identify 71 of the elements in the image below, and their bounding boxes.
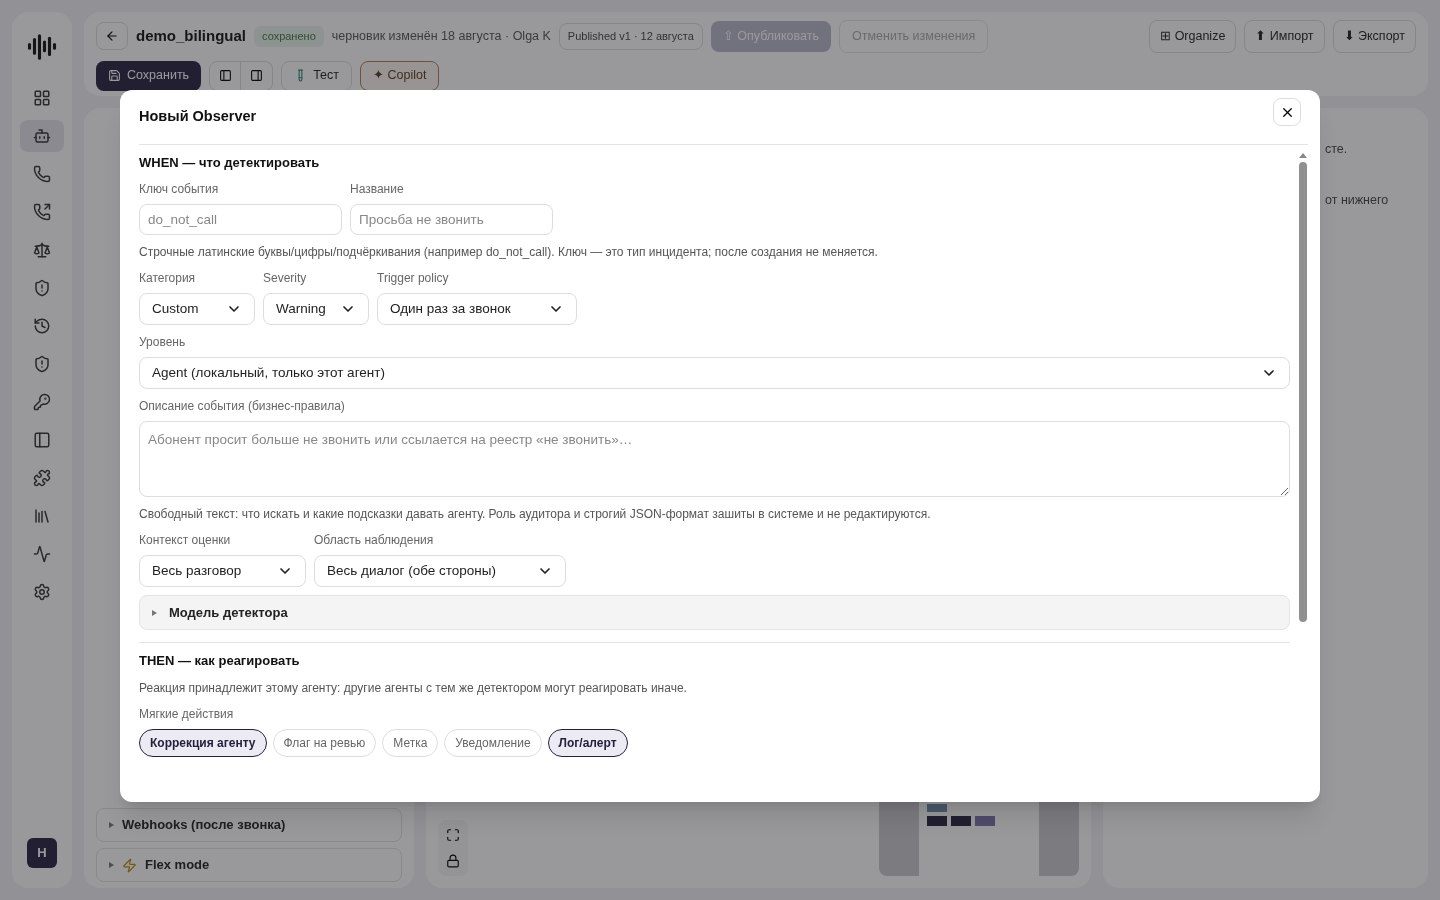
logo-icon — [27, 32, 57, 62]
row-label: Flex mode — [145, 856, 210, 875]
panel-icon — [33, 431, 51, 449]
sidebar-item[interactable] — [20, 120, 64, 152]
copilot-button[interactable]: ✦ Copilot — [360, 60, 440, 91]
books-icon — [33, 507, 51, 525]
robot-icon — [33, 127, 51, 145]
history-icon — [33, 317, 51, 335]
modal-title: Новый Observer — [139, 107, 257, 126]
hint-text: Свободный текст: что искать и какие подсказки давать агенту. Роль аудитора и строгий JSON-формат зашиты в системе и не редактируются. — [139, 506, 932, 524]
text-input[interactable]: Просьба не звонить — [350, 204, 553, 236]
select-field[interactable]: Весь разговор — [139, 555, 306, 588]
field-label: Ключ события — [139, 181, 220, 199]
key-icon — [33, 393, 51, 411]
collapsible-row[interactable]: Webhooks (после звонка) — [96, 808, 402, 842]
pulse-icon — [33, 545, 51, 563]
draft-note: черновик изменён 18 августа · Olga K — [331, 28, 551, 45]
puzzle-icon — [33, 469, 51, 487]
row-label: Webhooks (после звонка) — [122, 816, 286, 835]
panel-text: сте. — [1325, 141, 1349, 158]
toolbar-button[interactable]: ⬇ Экспорт — [1332, 20, 1416, 53]
toolbar-button[interactable]: ⊞ Organize — [1149, 20, 1237, 53]
section-heading: THEN — как реагировать — [139, 652, 301, 671]
select-field[interactable]: Один раз за звонок — [377, 293, 577, 326]
status-badge: сохранено — [254, 26, 324, 47]
collapsible-row[interactable]: Flex mode — [96, 848, 402, 882]
panel-icon — [250, 69, 264, 83]
save-button[interactable]: Сохранить — [96, 60, 202, 91]
save-icon — [108, 69, 121, 83]
select-field[interactable]: Warning — [263, 293, 369, 326]
note-text: Реакция принадлежит этому агенту: другие агенты с тем же детектором могут реагировать иначе. — [139, 679, 688, 697]
panel-icon — [218, 69, 232, 83]
field-label: Уровень — [139, 334, 187, 352]
lock-icon[interactable] — [446, 854, 460, 868]
detector-model-toggle[interactable]: Модель детектора — [139, 595, 1290, 631]
disclosure-icon — [109, 862, 114, 868]
toolbar-button[interactable]: ⬆ Импорт — [1244, 20, 1325, 53]
field-label: Trigger policy — [377, 270, 450, 288]
panel-text: от нижнего — [1325, 191, 1390, 209]
back-button[interactable] — [96, 22, 128, 51]
field-label: Контекст оценки — [139, 532, 232, 550]
close-button[interactable] — [1273, 98, 1301, 126]
field-label: Область наблюдения — [314, 532, 435, 550]
fullscreen-icon[interactable] — [446, 828, 460, 842]
select-field[interactable]: Весь диалог (обе стороны) — [314, 555, 566, 588]
shield-icon — [33, 279, 51, 297]
action-chip[interactable]: Лог/алерт — [547, 728, 628, 757]
field-label: Категория — [139, 270, 197, 288]
settings-icon — [33, 583, 51, 601]
text-input[interactable]: do_not_call — [139, 204, 342, 236]
action-chip[interactable]: Коррекция агенту — [139, 728, 267, 757]
phone-icon — [33, 165, 51, 183]
user-avatar[interactable]: H — [27, 838, 57, 868]
field-label: Severity — [263, 270, 308, 288]
field-label: Мягкие действия — [139, 705, 235, 723]
select-field[interactable]: Custom — [139, 293, 255, 326]
version-badge: Published v1 · 12 августа — [558, 23, 703, 50]
disclosure-icon — [152, 609, 157, 616]
grid-icon — [33, 89, 51, 107]
disclosure-icon — [109, 822, 114, 828]
lightning-icon — [122, 857, 137, 873]
section-heading: WHEN — что детектировать — [139, 153, 321, 172]
phone-arrow-icon — [33, 203, 51, 221]
select-field[interactable]: Agent (локальный, только этот агент) — [139, 357, 1290, 390]
field-label: Название — [350, 181, 405, 199]
hint-text: Строчные латинские буквы/цифры/подчёркивания (например do_not_call). Ключ — это тип инцидента; после создания не меняется. — [139, 244, 879, 262]
field-label: Описание события (бизнес-правила) — [139, 398, 346, 416]
project-title: demo_bilingual — [136, 26, 246, 47]
description-field[interactable]: Абонент просит больше не звонить или ссылается на реестр «не звонить»… — [139, 421, 1290, 498]
shield-icon — [33, 355, 51, 373]
scales-icon — [33, 241, 51, 259]
